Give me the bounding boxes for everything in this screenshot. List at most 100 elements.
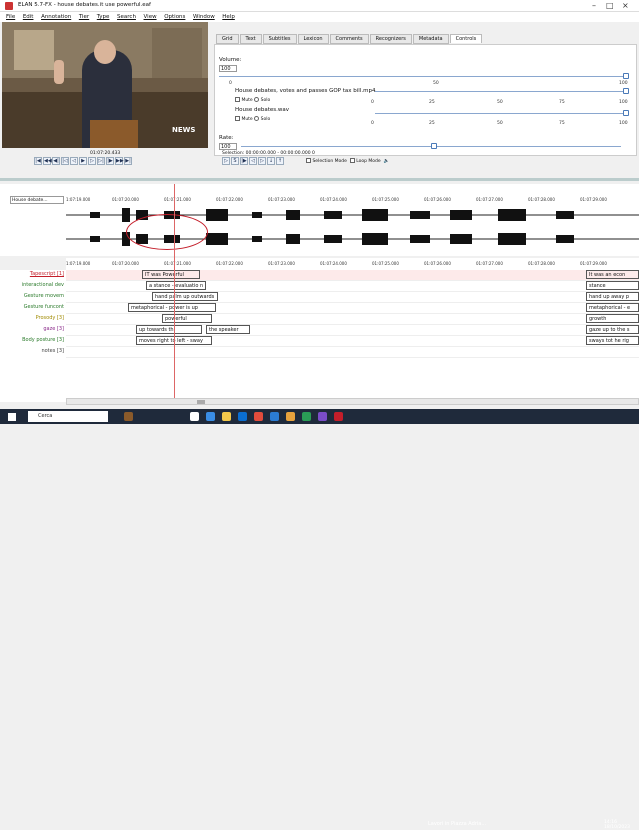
- scroll-thumb[interactable]: [197, 400, 205, 404]
- tier-row-body-posture[interactable]: moves right to left - sway sways tot he …: [66, 336, 639, 347]
- selection-mode-checkbox[interactable]: [306, 158, 311, 163]
- minimize-icon[interactable]: –: [592, 1, 596, 10]
- rate-knob[interactable]: [431, 143, 437, 149]
- menu-view[interactable]: View: [144, 12, 157, 22]
- go-to-begin-icon[interactable]: |◀: [34, 157, 42, 165]
- tier-name-gesture-function[interactable]: Gesture funcont: [2, 304, 64, 310]
- tab-lexicon[interactable]: Lexicon: [297, 34, 329, 44]
- play-icon[interactable]: ▶: [79, 157, 87, 165]
- menu-options[interactable]: Options: [164, 12, 185, 22]
- tier-row-prosody[interactable]: powerful growth: [66, 314, 639, 325]
- file-explorer-icon[interactable]: [222, 412, 231, 421]
- tier-row-notes[interactable]: [66, 347, 639, 358]
- annotation[interactable]: growth: [586, 314, 639, 323]
- horizontal-scrollbar[interactable]: [66, 398, 639, 405]
- go-to-end-icon[interactable]: ▶|: [124, 157, 132, 165]
- annotation[interactable]: powerful: [162, 314, 212, 323]
- time-ruler-bottom[interactable]: 1:07:19.000 01:07:20.000 01:07:21.000 01…: [66, 258, 639, 270]
- menu-help[interactable]: Help: [222, 12, 235, 22]
- menu-edit[interactable]: Edit: [23, 12, 34, 22]
- media1-volume-slider[interactable]: [375, 91, 629, 92]
- time-ruler-top[interactable]: 1:07:19.000 01:07:20.000 01:07:21.000 01…: [66, 194, 639, 204]
- tier-name-gaze[interactable]: gaze [3]: [2, 326, 64, 332]
- tier-row-gesture-function[interactable]: metaphorical - power is up metaphorical …: [66, 303, 639, 314]
- menu-type[interactable]: Type: [97, 12, 110, 22]
- tier-row-tapescript[interactable]: IT was Powerful It was an econ: [66, 270, 639, 281]
- loop-mode-checkbox[interactable]: [349, 158, 355, 163]
- annotation[interactable]: the speaker: [206, 325, 250, 334]
- tier-name-tapescript[interactable]: Tapescript [1]: [2, 271, 64, 277]
- media1-mute-checkbox[interactable]: [235, 97, 240, 102]
- volume-input[interactable]: 100: [219, 65, 237, 72]
- excel-icon[interactable]: [302, 412, 311, 421]
- menu-tier[interactable]: Tier: [79, 12, 89, 22]
- annotation[interactable]: metaphorical - e: [586, 303, 639, 312]
- mail-icon[interactable]: [254, 412, 263, 421]
- next-frame-icon[interactable]: ▷|: [97, 157, 105, 165]
- tier-row-interactional[interactable]: a stance - evaluatio n stance: [66, 281, 639, 292]
- rate-input[interactable]: 100: [219, 143, 237, 150]
- volume-knob[interactable]: [623, 73, 629, 79]
- chrome-icon[interactable]: [286, 412, 295, 421]
- annotation[interactable]: metaphorical - power is up: [128, 303, 216, 312]
- prev-pixel-icon[interactable]: ◁: [70, 157, 78, 165]
- notification-text[interactable]: Lavori in Piazza Adria...: [428, 821, 486, 827]
- maximize-icon[interactable]: □: [606, 1, 614, 10]
- move-up-icon[interactable]: ↑: [276, 157, 284, 165]
- tab-text[interactable]: Text: [239, 34, 262, 44]
- prev-frame-icon[interactable]: |◁: [61, 157, 69, 165]
- annotation[interactable]: a stance - evaluatio n: [146, 281, 206, 290]
- word-icon[interactable]: [270, 412, 279, 421]
- tier-row-gesture-movement[interactable]: hand palm up outwards hand up away p: [66, 292, 639, 303]
- media2-volume-slider[interactable]: [375, 113, 629, 114]
- tab-comments[interactable]: Comments: [329, 34, 369, 44]
- toggle-crosshair-icon[interactable]: |▶: [240, 157, 248, 165]
- elan-taskbar-icon[interactable]: [334, 412, 343, 421]
- move-down-icon[interactable]: ↓: [267, 157, 275, 165]
- menu-file[interactable]: File: [6, 12, 15, 22]
- media1-solo-radio[interactable]: [254, 97, 260, 102]
- annotation[interactable]: IT was Powerful: [142, 270, 200, 279]
- annotation[interactable]: hand up away p: [586, 292, 639, 301]
- panel-divider[interactable]: [0, 178, 639, 181]
- tab-controls[interactable]: Controls: [449, 34, 483, 43]
- annotation[interactable]: stance: [586, 281, 639, 290]
- next-pixel-icon[interactable]: ▷: [88, 157, 96, 165]
- tab-recognizers[interactable]: Recognizers: [369, 34, 412, 44]
- tab-subtitles[interactable]: Subtitles: [262, 34, 297, 44]
- video-viewer[interactable]: NEWS: [2, 22, 208, 148]
- tab-grid[interactable]: Grid: [216, 34, 239, 44]
- prev-second-icon[interactable]: ◀|: [52, 157, 60, 165]
- store-icon[interactable]: [238, 412, 247, 421]
- annotation[interactable]: up towards th: [136, 325, 202, 334]
- media2-mute-checkbox[interactable]: [235, 116, 240, 121]
- clear-selection-icon[interactable]: S: [231, 157, 239, 165]
- next-boundary-icon[interactable]: ▷: [258, 157, 266, 165]
- prev-boundary-icon[interactable]: ◁: [249, 157, 257, 165]
- prev-scrollview-icon[interactable]: ◀◀: [43, 157, 52, 165]
- task-view-icon[interactable]: [190, 412, 199, 421]
- tier-name-interactional[interactable]: interactional dev: [2, 282, 64, 288]
- next-scrollview-icon[interactable]: ▶▶: [115, 157, 124, 165]
- tier-name-prosody[interactable]: Prosody [3]: [2, 315, 64, 321]
- menu-search[interactable]: Search: [117, 12, 136, 22]
- next-second-icon[interactable]: |▶: [106, 157, 114, 165]
- volume-slider[interactable]: [219, 76, 629, 77]
- annotation[interactable]: It was an econ: [586, 270, 639, 279]
- tier-name-notes[interactable]: notes [3]: [2, 348, 64, 354]
- menu-window[interactable]: Window: [193, 12, 215, 22]
- annotation[interactable]: gaze up to the s: [586, 325, 639, 334]
- taskbar-search-input[interactable]: Cerca: [28, 411, 108, 422]
- tier-row-gaze[interactable]: up towards th the speaker gaze up to the…: [66, 325, 639, 336]
- media2-solo-radio[interactable]: [254, 116, 260, 121]
- speaker-icon[interactable]: 🔈: [384, 159, 390, 164]
- close-icon[interactable]: ×: [622, 1, 629, 10]
- waveform-track-select[interactable]: House debate...: [10, 196, 64, 204]
- edge-icon[interactable]: [206, 412, 215, 421]
- tier-name-body-posture[interactable]: Body posture [3]: [2, 337, 64, 343]
- play-selection-icon[interactable]: ▷: [222, 157, 230, 165]
- menu-annotation[interactable]: Annotation: [41, 12, 71, 22]
- tier-name-gesture-movement[interactable]: Gesture movem: [2, 293, 64, 299]
- windows-start-icon[interactable]: [8, 413, 16, 421]
- annotation[interactable]: sways tot he rig: [586, 336, 639, 345]
